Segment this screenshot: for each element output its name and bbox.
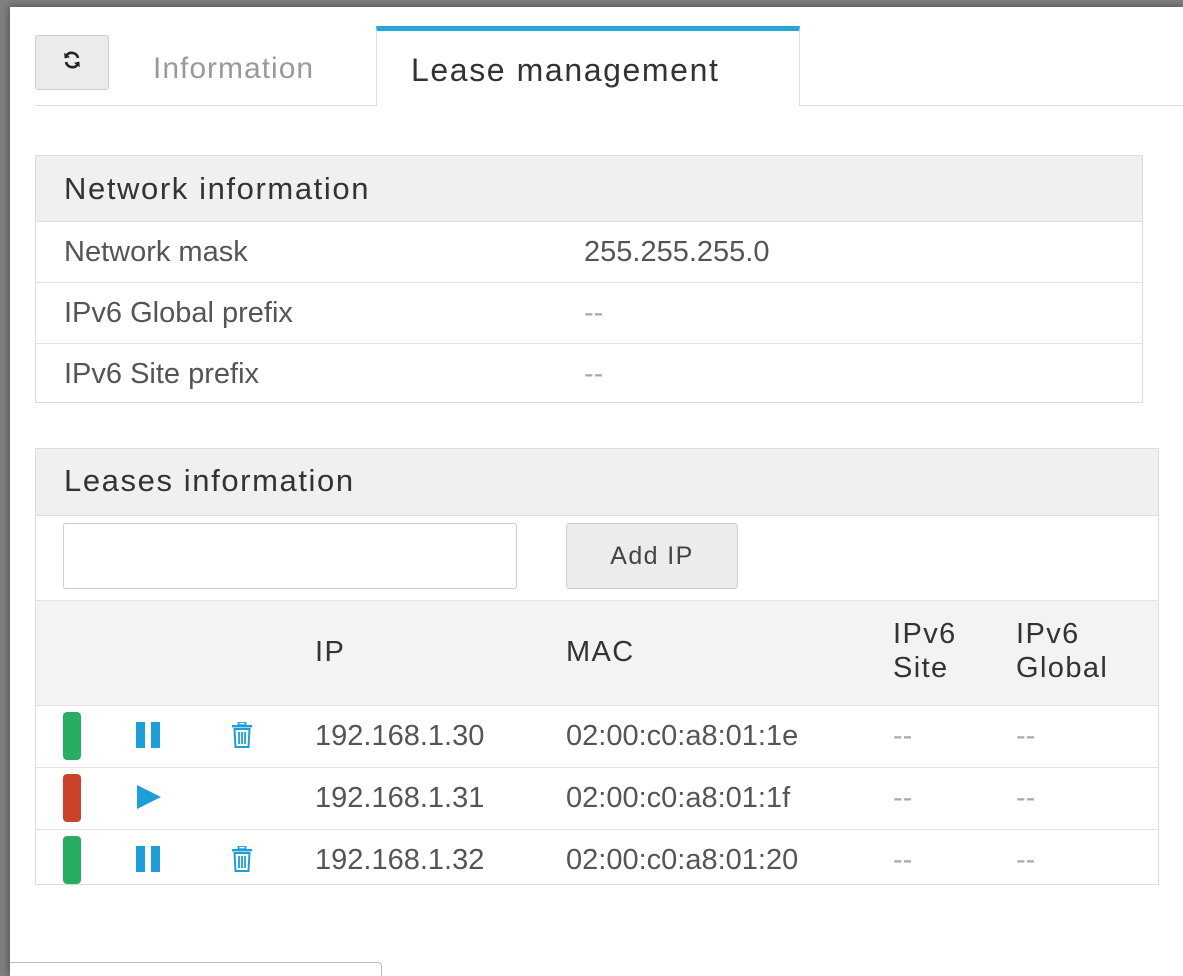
refresh-button[interactable] bbox=[35, 35, 109, 90]
tab-lease-management-label: Lease management bbox=[411, 52, 720, 88]
lease-ipv6-global: -- bbox=[1016, 844, 1036, 876]
lease-ipv6-site: -- bbox=[893, 844, 913, 876]
column-header-mac: MAC bbox=[566, 636, 635, 668]
lease-ip: 192.168.1.31 bbox=[315, 782, 485, 814]
network-information-panel: Network information Network mask 255.255… bbox=[35, 155, 1143, 403]
tab-information[interactable]: Information bbox=[153, 52, 314, 86]
table-row: 192.168.1.30 02:00:c0:a8:01:1e -- -- bbox=[36, 706, 1158, 768]
column-header-ipv6-site-line1: IPv6 bbox=[893, 618, 957, 650]
leases-information-title: Leases information bbox=[36, 449, 1158, 516]
lease-ipv6-site: -- bbox=[893, 782, 913, 814]
ipv6-global-prefix-value: -- bbox=[584, 297, 604, 329]
status-indicator bbox=[63, 836, 81, 884]
ip-input[interactable] bbox=[63, 523, 517, 589]
bottom-button-edge[interactable] bbox=[10, 962, 382, 976]
lease-ipv6-global: -- bbox=[1016, 720, 1036, 752]
trash-icon[interactable] bbox=[231, 845, 253, 880]
ipv6-site-prefix-label: IPv6 Site prefix bbox=[64, 358, 260, 390]
network-row: IPv6 Global prefix -- bbox=[36, 283, 1142, 344]
refresh-icon bbox=[62, 50, 82, 75]
lease-ip: 192.168.1.30 bbox=[315, 720, 485, 752]
tab-lease-management[interactable]: Lease management bbox=[376, 26, 800, 106]
table-header: IP MAC IPv6 Site IPv6 Global bbox=[36, 601, 1158, 706]
lease-ip: 192.168.1.32 bbox=[315, 844, 485, 876]
play-icon[interactable] bbox=[136, 784, 162, 818]
ipv6-site-prefix-value: -- bbox=[584, 358, 604, 390]
tab-bar: Information Lease management bbox=[35, 26, 1183, 106]
column-header-ipv6-global-line2: Global bbox=[1016, 652, 1109, 684]
status-indicator bbox=[63, 774, 81, 822]
lease-mac: 02:00:c0:a8:01:20 bbox=[566, 844, 799, 876]
column-header-ip: IP bbox=[315, 636, 346, 668]
pause-icon[interactable] bbox=[136, 722, 162, 756]
network-information-title: Network information bbox=[36, 156, 1142, 222]
lease-ipv6-site: -- bbox=[893, 720, 913, 752]
pause-icon[interactable] bbox=[136, 846, 162, 880]
network-mask-label: Network mask bbox=[64, 236, 248, 268]
lease-mac: 02:00:c0:a8:01:1e bbox=[566, 720, 799, 752]
network-mask-value: 255.255.255.0 bbox=[584, 236, 770, 268]
column-header-ipv6-global-line1: IPv6 bbox=[1016, 618, 1080, 650]
table-row: 192.168.1.32 02:00:c0:a8:01:20 -- -- bbox=[36, 830, 1158, 891]
column-header-ipv6-site-line2: Site bbox=[893, 652, 949, 684]
lease-toolbar: Add IP bbox=[36, 516, 1158, 601]
add-ip-button[interactable]: Add IP bbox=[566, 523, 738, 589]
network-row: Network mask 255.255.255.0 bbox=[36, 222, 1142, 283]
table-row: 192.168.1.31 02:00:c0:a8:01:1f -- -- bbox=[36, 768, 1158, 830]
status-indicator bbox=[63, 712, 81, 760]
leases-information-panel: Leases information Add IP IP MAC IPv6 Si… bbox=[35, 448, 1159, 885]
lease-management-window: Information Lease management Network inf… bbox=[10, 7, 1183, 976]
trash-icon[interactable] bbox=[231, 721, 253, 756]
network-row: IPv6 Site prefix -- bbox=[36, 344, 1142, 404]
ipv6-global-prefix-label: IPv6 Global prefix bbox=[64, 297, 293, 329]
lease-ipv6-global: -- bbox=[1016, 782, 1036, 814]
lease-mac: 02:00:c0:a8:01:1f bbox=[566, 782, 791, 814]
